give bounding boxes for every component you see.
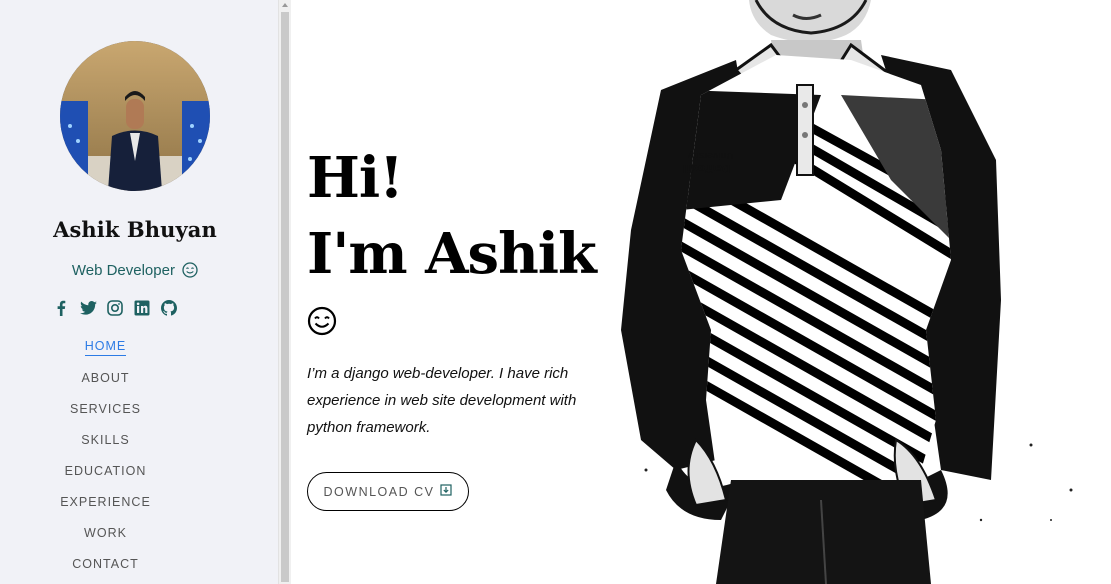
- download-cv-button[interactable]: DOWNLOAD CV: [307, 472, 469, 511]
- twitter-icon[interactable]: [79, 299, 97, 317]
- nav-link-services[interactable]: SERVICES: [70, 402, 141, 418]
- nav-link-contact[interactable]: CONTACT: [72, 557, 139, 573]
- nav-item-experience: EXPERIENCE: [0, 487, 211, 518]
- nav-item-home: HOME: [0, 332, 211, 363]
- profile-role: Web Developer: [0, 262, 270, 282]
- download-cv-label: DOWNLOAD CV: [323, 484, 435, 499]
- profile-name: Ashik Bhuyan: [53, 217, 217, 242]
- main-nav: HOME ABOUT SERVICES SKILLS EDUCATION EXP…: [0, 332, 211, 580]
- nav-item-work: WORK: [0, 518, 211, 549]
- profile-role-label: Web Developer: [71, 262, 175, 279]
- smile-icon: [307, 306, 337, 336]
- nav-link-experience[interactable]: EXPERIENCE: [60, 495, 151, 511]
- download-icon: [440, 484, 453, 499]
- svg-text:University: University: [687, 150, 733, 160]
- linkedin-icon[interactable]: [133, 299, 151, 317]
- nav-link-about[interactable]: ABOUT: [81, 371, 129, 387]
- hero-photo: Daffodil University: [621, 0, 1073, 584]
- scroll-up-icon[interactable]: [282, 3, 288, 7]
- nav-item-services: SERVICES: [0, 394, 211, 425]
- scroll-thumb[interactable]: [281, 12, 289, 582]
- social-links: [52, 298, 178, 318]
- avatar-photo: [60, 41, 210, 191]
- nav-link-work[interactable]: WORK: [84, 526, 127, 542]
- nav-link-education[interactable]: EDUCATION: [65, 464, 147, 480]
- nav-link-home[interactable]: HOME: [84, 339, 127, 356]
- hero-text: Hi! I'm Ashik I’m a django web-developer…: [307, 140, 627, 456]
- sidebar: Ashik Bhuyan Web Developer HOME ABOUT SE…: [0, 0, 278, 584]
- hero-greeting: Hi! I'm Ashik: [307, 140, 627, 292]
- sidebar-scrollbar[interactable]: [278, 0, 291, 584]
- page: Ashik Bhuyan Web Developer HOME ABOUT SE…: [0, 0, 1111, 584]
- nav-item-skills: SKILLS: [0, 425, 211, 456]
- avatar: [60, 41, 210, 191]
- nav-item-about: ABOUT: [0, 363, 211, 394]
- facebook-icon[interactable]: [52, 299, 70, 317]
- github-icon[interactable]: [160, 299, 178, 317]
- smile-icon: [182, 262, 198, 282]
- hero-section: Daffodil University Hi! I'm Ashik I’m a …: [291, 0, 1111, 584]
- instagram-icon[interactable]: [106, 299, 124, 317]
- greeting-line-2: I'm Ashik: [307, 221, 597, 287]
- svg-text:Daffodil: Daffodil: [683, 162, 731, 175]
- nav-link-skills[interactable]: SKILLS: [81, 433, 129, 449]
- nav-item-education: EDUCATION: [0, 456, 211, 487]
- greeting-line-1: Hi!: [307, 145, 404, 211]
- hero-intro: I’m a django web-developer. I have rich …: [307, 365, 577, 436]
- nav-item-contact: CONTACT: [0, 549, 211, 580]
- shirt-print: Daffodil University: [683, 150, 733, 175]
